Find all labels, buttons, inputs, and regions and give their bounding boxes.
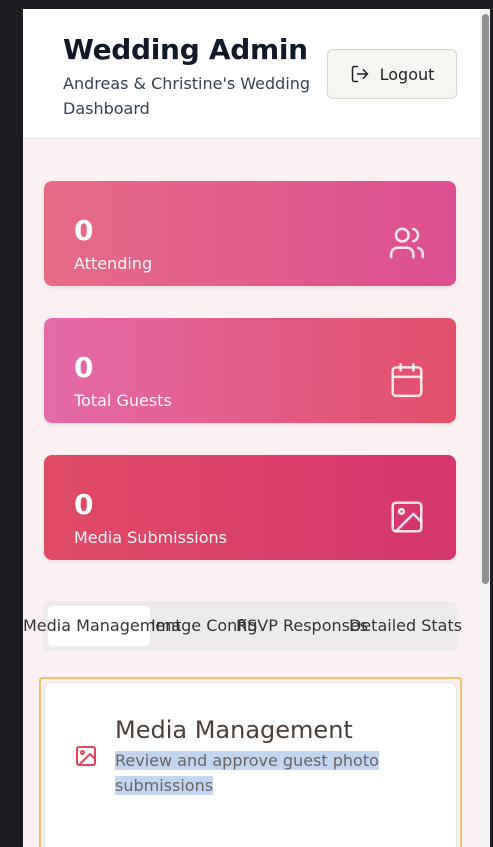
stat-value: 0 — [74, 214, 94, 247]
tab-detailed-stats[interactable]: Detailed Stats — [349, 616, 462, 635]
stat-value: 0 — [74, 351, 94, 384]
panel-description-text: Review and approve guest photo submissio… — [115, 751, 379, 795]
dashboard-window: Wedding Admin Andreas & Christine's Wedd… — [23, 9, 480, 847]
logout-icon — [351, 65, 368, 83]
stat-label: Total Guests — [74, 391, 172, 410]
panel-title: Media Management — [115, 716, 353, 744]
panel-description: Review and approve guest photo submissio… — [115, 748, 405, 798]
calendar-icon — [391, 362, 423, 398]
logout-label: Logout — [379, 64, 435, 84]
scrollbar-thumb[interactable] — [482, 14, 489, 584]
stat-label: Attending — [74, 254, 153, 273]
logout-button[interactable]: Logout — [327, 49, 457, 99]
stat-value: 0 — [74, 488, 94, 521]
page-title: Wedding Admin — [63, 33, 308, 66]
page-header: Wedding Admin Andreas & Christine's Wedd… — [23, 9, 480, 139]
image-icon — [391, 501, 423, 533]
stat-label: Media Submissions — [74, 528, 228, 547]
stat-card-media-submissions: 0 Media Submissions — [44, 455, 456, 560]
stat-card-attending: 0 Attending — [44, 181, 456, 286]
image-icon — [76, 746, 96, 766]
page-subtitle: Andreas & Christine's Wedding Dashboard — [63, 74, 311, 118]
stat-card-total-guests: 0 Total Guests — [44, 318, 456, 423]
users-icon — [389, 227, 425, 259]
